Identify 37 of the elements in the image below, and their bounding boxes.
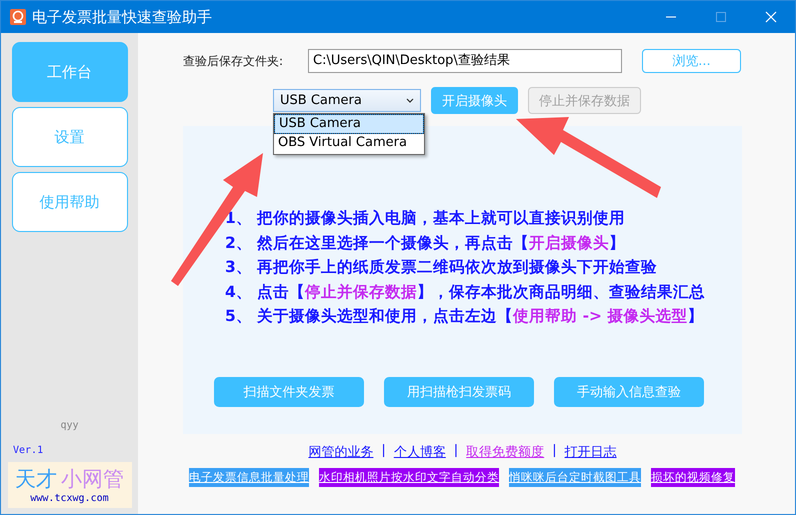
app-logo-icon [10,9,26,25]
logo-text: 小网管 [61,466,124,493]
instruction-text: 4、 点击【停止并保存数据】，保存本批次商品明细、查验结果汇总 [225,282,706,302]
start-camera-button[interactable]: 开启摄像头 [431,87,518,114]
camera-dropdown[interactable]: USB Camera [273,89,421,112]
instruction-text: 3、 再把你手上的纸质发票二维码依次放到摄像头下开始查验 [225,257,658,278]
separator-text: | [381,443,386,460]
action-button[interactable]: 手动输入信息查验 [554,376,704,406]
separator-text: | [454,443,458,460]
link[interactable]: 打开日志 [564,443,617,461]
sidebar-item[interactable]: 设置 [12,107,128,167]
dropdown-option[interactable]: OBS Virtual Camera [274,134,424,154]
promo-link[interactable]: 损坏的视频修复 [651,468,735,487]
folder-label: 查验后保存文件夹: [183,52,284,70]
instruction-text: 2、 然后在这里选择一个摄像头，再点击【开启摄像头】 [225,232,626,254]
separator-text: | [552,443,557,460]
version-text: Ver.1 [13,445,44,456]
folder-path-field[interactable]: C:\Users\QIN\Desktop\查验结果 [308,49,622,73]
caret-icon [406,98,414,103]
promo-link[interactable]: 电子发票信息批量处理 [189,468,309,487]
promo-link[interactable]: 水印相机照片按水印文字自动分类 [319,468,499,487]
dropdown-option[interactable]: USB Camera [274,114,424,134]
promo-link[interactable]: 悄咪咪后台定时截图工具 [509,468,641,487]
website-text: www.tcxwg.com [30,493,109,504]
instruction-text: 5、 关于摄像头选型和使用，点击左边【使用帮助 -> 摄像头选型】 [225,306,704,327]
link[interactable]: 取得免费额度 [466,443,544,461]
link[interactable]: 网管的业务 [308,443,374,461]
logo-text: 天才 [15,466,57,493]
close-icon[interactable] [765,11,777,23]
author-text: qyy [60,420,79,431]
action-button[interactable]: 用扫描枪扫发票码 [384,376,534,406]
browse-button[interactable]: 浏览... [642,49,741,73]
link[interactable]: 个人博客 [394,443,446,461]
window-title: 电子发票批量快速查验助手 [32,8,212,26]
action-button[interactable]: 扫描文件夹发票 [214,376,364,406]
sidebar-item[interactable]: 使用帮助 [12,172,128,232]
sidebar-item[interactable]: 工作台 [12,42,128,102]
